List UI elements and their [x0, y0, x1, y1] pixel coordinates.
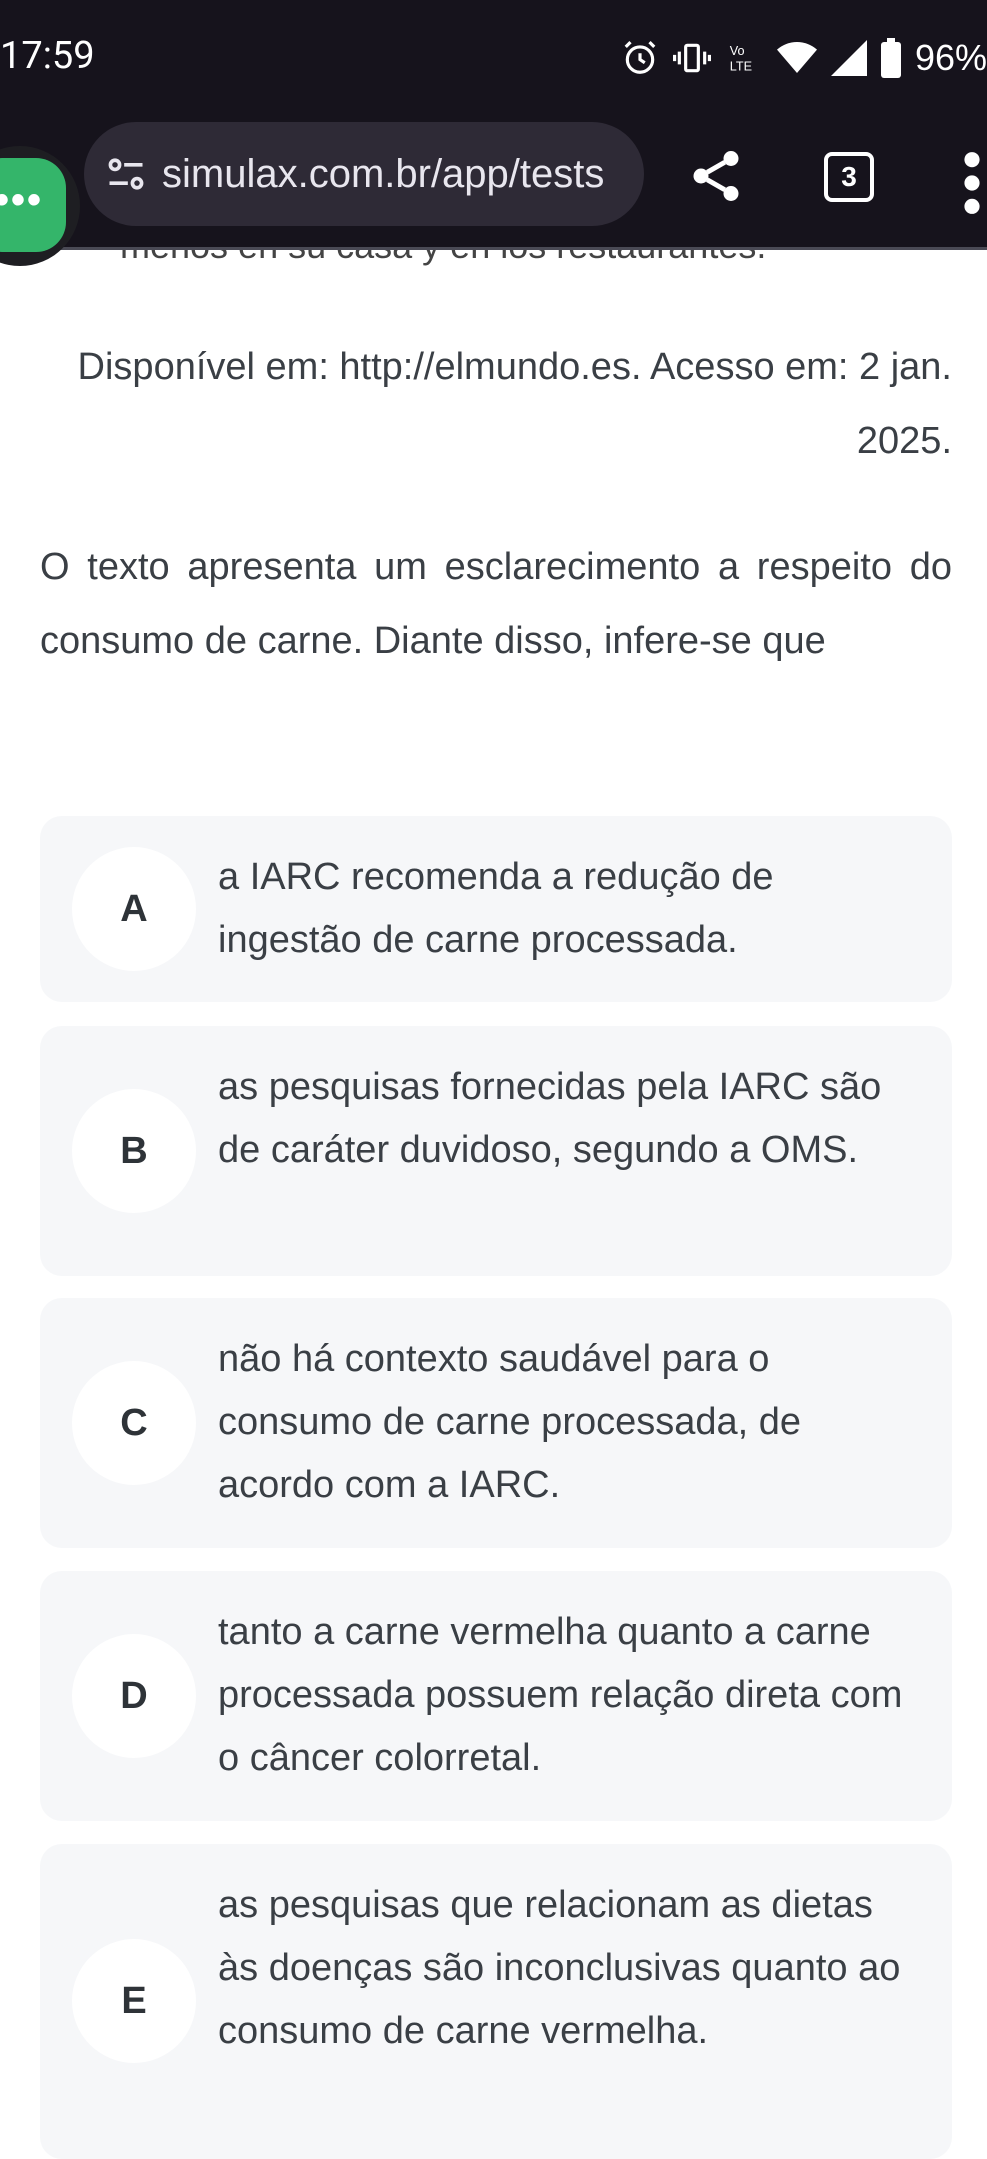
battery-icon — [880, 38, 901, 78]
svg-text:Vo: Vo — [730, 44, 745, 58]
option-text: as pesquisas que relacionam as dietas às… — [218, 1884, 901, 2052]
tab-switcher-button[interactable]: 3 — [824, 152, 874, 202]
option-letter: B — [72, 1089, 196, 1213]
toolbar-divider — [0, 247, 987, 250]
battery-percent: 96% — [914, 37, 987, 78]
svg-text:LTE: LTE — [730, 60, 752, 74]
status-time: 17:59 — [0, 34, 95, 78]
chat-bubble-icon[interactable]: ••• — [0, 158, 66, 252]
status-icons: Vo LTE 96% — [621, 34, 987, 82]
option-letter: E — [72, 1939, 196, 2063]
option-b[interactable]: B as pesquisas fornecidas pela IARC são … — [40, 1026, 952, 1276]
alarm-icon — [624, 41, 656, 74]
option-e[interactable]: E as pesquisas que relacionam as dietas … — [40, 1844, 952, 2159]
wifi-icon — [776, 42, 817, 73]
browser-toolbar: simulax.com.br/app/tests 3 — [0, 118, 987, 248]
question-text: O texto apresenta um esclarecimento a re… — [40, 546, 952, 662]
option-text: não há contexto saudável para o consumo … — [218, 1338, 802, 1506]
vibrate-icon — [672, 43, 711, 73]
share-icon[interactable] — [686, 146, 746, 206]
option-c[interactable]: C não há contexto saudável para o consum… — [40, 1298, 952, 1548]
option-text: tanto a carne vermelha quanto a carne pr… — [218, 1611, 903, 1779]
option-text: a IARC recomenda a redução de ingestão d… — [218, 856, 774, 961]
option-d[interactable]: D tanto a carne vermelha quanto a carne … — [40, 1571, 952, 1821]
option-letter: C — [72, 1361, 196, 1485]
site-settings-icon[interactable] — [104, 152, 148, 196]
more-menu-icon[interactable] — [962, 148, 982, 218]
address-bar[interactable]: simulax.com.br/app/tests — [84, 122, 644, 226]
option-letter: A — [72, 847, 196, 971]
source-citation: Disponível em: http://elmundo.es. Acesso… — [77, 346, 952, 462]
url-text[interactable]: simulax.com.br/app/tests — [162, 152, 604, 197]
option-letter: D — [72, 1634, 196, 1758]
volte-icon: Vo LTE — [730, 44, 752, 74]
option-a[interactable]: A a IARC recomenda a redução de ingestão… — [40, 816, 952, 1002]
status-bar: 17:59 Vo LTE 96% — [0, 0, 987, 118]
signal-icon — [830, 40, 867, 76]
option-text: as pesquisas fornecidas pela IARC são de… — [218, 1066, 882, 1171]
